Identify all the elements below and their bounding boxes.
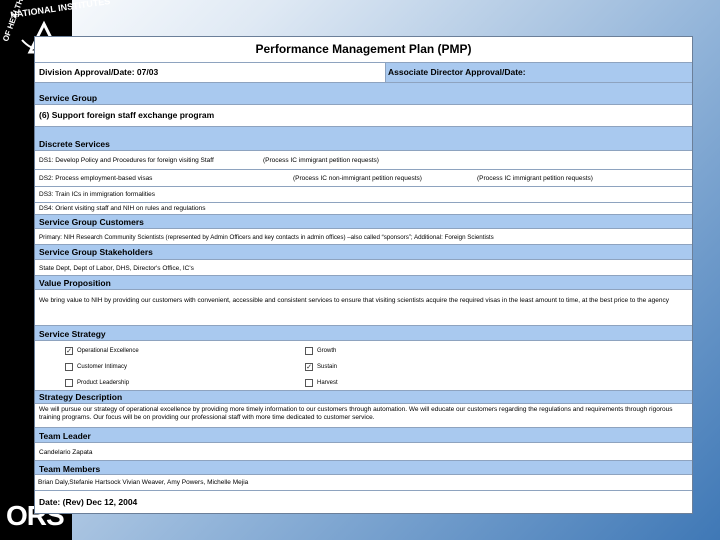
customers-value: Primary: NIH Research Community Scientis… [39,234,494,241]
product-leadership-label: Product Leadership [77,380,130,386]
operational-excellence-checkbox[interactable]: ✓ [65,347,73,355]
customers-row: Primary: NIH Research Community Scientis… [35,229,692,245]
ds2-note1: (Process IC non-immigrant petition reque… [293,175,422,182]
ds1-row: DS1: Develop Policy and Procedures for f… [35,151,692,170]
sustain-label: Sustain [317,364,338,370]
sustain-checkbox[interactable]: ✓ [305,363,313,371]
strategy-desc-value: We will pursue our strategy of operation… [35,404,692,428]
team-leader-header: Team Leader [35,428,692,443]
associate-approval-cell: Associate Director Approval/Date: [385,63,692,82]
service-group-row: (6) Support foreign staff exchange progr… [35,105,692,127]
stakeholders-row: State Dept, Dept of Labor, DHS, Director… [35,260,692,276]
service-group-value: (6) Support foreign staff exchange progr… [39,110,215,120]
customer-intimacy-label: Customer Intimacy [77,364,128,370]
discrete-services-header: Discrete Services [35,127,692,151]
team-members-header: Team Members [35,461,692,475]
strategy-desc-header: Strategy Description [35,391,692,404]
ds1-text: DS1: Develop Policy and Procedures for f… [39,157,214,164]
ds4-row: DS4: Orient visiting staff and NIH on ru… [35,203,692,215]
service-group-header: Service Group [35,83,692,105]
product-leadership-checkbox[interactable] [65,379,73,387]
date-row: Date: (Rev) Dec 12, 2004 [35,491,692,513]
approval-row: Division Approval/Date: 07/03 Associate … [35,63,692,83]
strategy-header: Service Strategy [35,326,692,341]
team-leader-value: Candelario Zapata [39,449,93,456]
stakeholders-value: State Dept, Dept of Labor, DHS, Director… [39,265,194,272]
customer-intimacy-checkbox[interactable] [65,363,73,371]
ds2-row: DS2: Process employment-based visas (Pro… [35,170,692,187]
strategy-options: ✓ Operational Excellence Growth Customer… [35,341,692,391]
operational-excellence-label: Operational Excellence [77,348,139,354]
division-approval: Division Approval/Date: 07/03 [39,67,159,77]
ds2-note2: (Process IC immigrant petition requests) [477,175,593,182]
associate-director-approval: Associate Director Approval/Date: [388,67,526,77]
value-prop-header: Value Proposition [35,276,692,290]
harvest-label: Harvest [317,380,338,386]
ds4-text: DS4: Orient visiting staff and NIH on ru… [39,205,206,212]
ds3-row: DS3: Train ICs in immigration formalitie… [35,187,692,203]
growth-checkbox[interactable] [305,347,313,355]
team-leader-row: Candelario Zapata [35,443,692,461]
stakeholders-header: Service Group Stakeholders [35,245,692,260]
ds1-note: (Process IC immigrant petition requests) [263,157,379,164]
team-members-value: Brian Daly,Stefanie Hartsock Vivian Weav… [38,479,249,486]
ds2-text: DS2: Process employment-based visas [39,175,153,182]
page-title: Performance Management Plan (PMP) [35,37,692,63]
revision-date: Date: (Rev) Dec 12, 2004 [39,497,138,507]
growth-label: Growth [317,348,337,354]
pmp-sheet: Performance Management Plan (PMP) Divisi… [34,36,693,514]
harvest-checkbox[interactable] [305,379,313,387]
team-members-row: Brian Daly,Stefanie Hartsock Vivian Weav… [35,475,692,491]
customers-header: Service Group Customers [35,215,692,229]
ds3-text: DS3: Train ICs in immigration formalitie… [39,191,155,198]
value-prop-value: We bring value to NIH by providing our c… [35,290,692,326]
